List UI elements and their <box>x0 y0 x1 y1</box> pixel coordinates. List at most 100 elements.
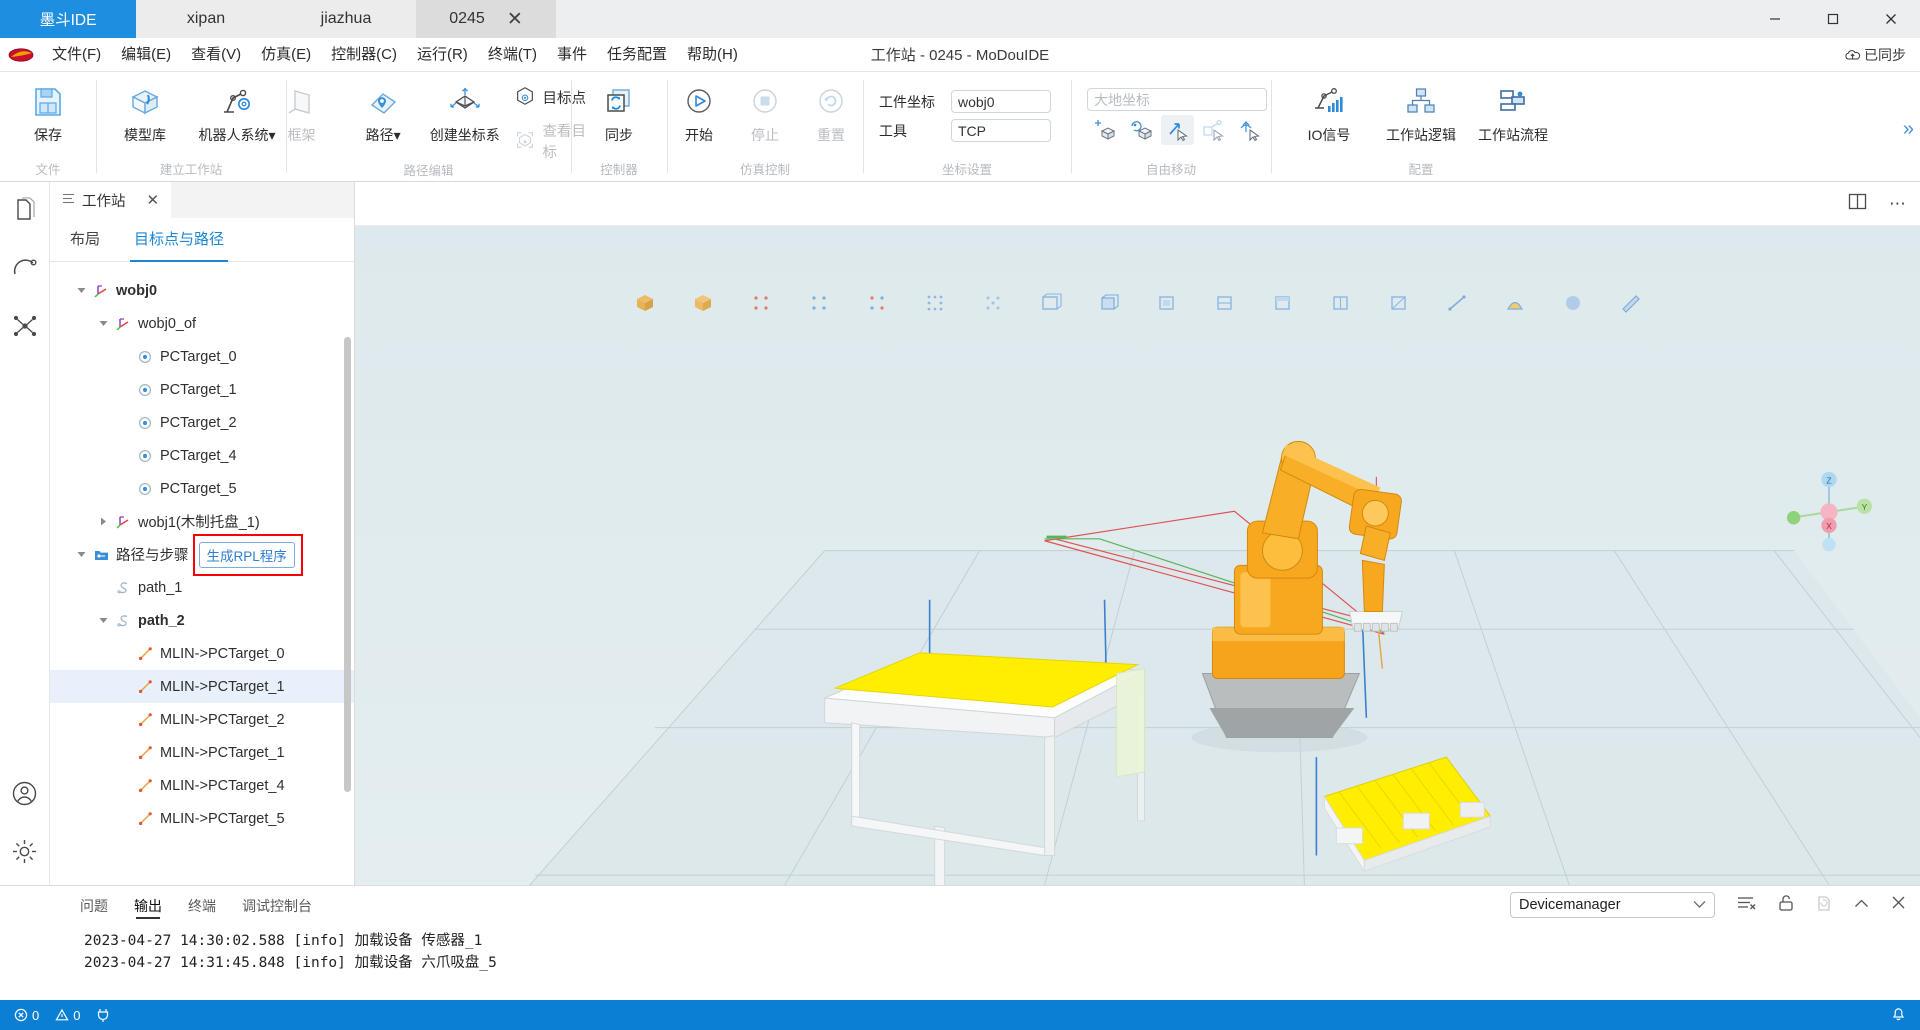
tree-item[interactable]: path_2 <box>50 604 354 637</box>
chevron-up-icon[interactable] <box>1854 896 1869 914</box>
rotate-icon[interactable] <box>1125 115 1158 145</box>
window-close-icon[interactable] <box>1862 0 1920 38</box>
device-selector[interactable]: Devicemanager <box>1510 892 1715 918</box>
tree-item[interactable]: MLIN->PCTarget_2 <box>50 703 354 736</box>
tab-brand[interactable]: 墨斗IDE <box>0 0 136 38</box>
menu-run[interactable]: 运行(R) <box>407 38 478 72</box>
points-blue-icon[interactable] <box>806 290 832 316</box>
tab-0245[interactable]: 0245 ✕ <box>416 0 556 38</box>
tree-item[interactable]: PCTarget_1 <box>50 373 354 406</box>
save-button[interactable]: 保存 <box>4 78 92 145</box>
menu-simulation[interactable]: 仿真(E) <box>251 38 321 72</box>
station-flow-button[interactable]: 工作站流程 <box>1469 78 1557 145</box>
box-shaded-icon[interactable] <box>690 290 716 316</box>
gear-icon[interactable] <box>7 833 43 869</box>
chevron-down-icon[interactable] <box>72 286 90 295</box>
tree-item[interactable]: PCTarget_0 <box>50 340 354 373</box>
cube-top-icon[interactable] <box>1270 290 1296 316</box>
account-icon[interactable] <box>7 775 43 811</box>
tree-scrollbar[interactable] <box>344 337 351 792</box>
align-icon[interactable] <box>1197 115 1230 145</box>
panel-tab-station[interactable]: 工作站 ✕ <box>50 182 172 218</box>
clear-output-icon[interactable] <box>1737 895 1756 916</box>
jog-icon[interactable] <box>1233 115 1266 145</box>
tree-item[interactable]: PCTarget_2 <box>50 406 354 439</box>
open-new-window-icon[interactable] <box>1816 894 1832 917</box>
subtab-layout[interactable]: 布局 <box>70 218 100 262</box>
station-logic-button[interactable]: 工作站逻辑 <box>1377 78 1465 145</box>
axis-gizmo[interactable]: Z Y X <box>1786 469 1872 555</box>
close-icon[interactable]: ✕ <box>507 10 523 29</box>
menu-file[interactable]: 文件(F) <box>42 38 111 72</box>
files-icon[interactable] <box>7 192 43 228</box>
tree-item[interactable]: MLIN->PCTarget_1 <box>50 736 354 769</box>
tree-item[interactable]: wobj0_of <box>50 307 354 340</box>
connection-status[interactable] <box>96 1007 110 1023</box>
more-actions-icon[interactable]: ⋯ <box>1889 194 1906 214</box>
nodes-icon[interactable] <box>7 308 43 344</box>
close-panel-icon[interactable] <box>1891 895 1906 915</box>
3d-viewport[interactable]: Z Y X <box>355 226 1920 885</box>
menu-task-config[interactable]: 任务配置 <box>597 38 677 72</box>
freemove-icon[interactable] <box>1161 115 1194 145</box>
stop-button[interactable]: 停止 <box>734 78 796 145</box>
chevron-down-icon[interactable] <box>72 550 90 559</box>
cube-iso-icon[interactable] <box>1386 290 1412 316</box>
path-button[interactable]: 路径▾ <box>344 78 422 145</box>
unlock-icon[interactable] <box>1778 894 1794 917</box>
menu-terminal[interactable]: 终端(T) <box>478 38 547 72</box>
tree-item[interactable]: MLIN->PCTarget_1 <box>50 670 354 703</box>
tab-xipan[interactable]: xipan <box>136 0 276 38</box>
tab-jiazhua[interactable]: jiazhua <box>276 0 416 38</box>
points-red-icon[interactable] <box>748 290 774 316</box>
maximize-icon[interactable] <box>1804 0 1862 38</box>
tree-item[interactable]: 路径与步骤 生成RPL程序 <box>50 533 354 576</box>
workobject-input[interactable] <box>951 90 1051 113</box>
error-count[interactable]: 0 <box>14 1008 39 1023</box>
curve-icon[interactable] <box>1502 290 1528 316</box>
menu-help[interactable]: 帮助(H) <box>677 38 748 72</box>
tree-item[interactable]: wobj1(木制托盘_1) <box>50 505 354 538</box>
tree-item[interactable]: PCTarget_5 <box>50 472 354 505</box>
points-mix-icon[interactable] <box>864 290 890 316</box>
start-button[interactable]: 开始 <box>668 78 730 145</box>
warning-count[interactable]: 0 <box>55 1008 80 1023</box>
bell-icon[interactable] <box>1891 1006 1906 1025</box>
frame-button[interactable]: 框架 <box>263 78 341 145</box>
console-output[interactable]: 2023-04-27 14:30:02.588 [info] 加载设备 传感器_… <box>0 924 1920 1000</box>
world-coordinate-input[interactable] <box>1087 88 1267 111</box>
menu-controller[interactable]: 控制器(C) <box>321 38 407 72</box>
console-tab-debug[interactable]: 调试控制台 <box>242 886 312 924</box>
io-signal-button[interactable]: IO信号 <box>1285 78 1373 145</box>
points-grid-icon[interactable] <box>922 290 948 316</box>
subtab-targets-paths[interactable]: 目标点与路径 <box>130 218 229 262</box>
cube-side-icon[interactable] <box>1328 290 1354 316</box>
cube-solid-icon[interactable] <box>1154 290 1180 316</box>
chevron-right-icon[interactable] <box>94 517 112 526</box>
ribbon-expand-icon[interactable]: » <box>1903 118 1914 141</box>
cube-outline-icon[interactable] <box>1212 290 1238 316</box>
sync-button[interactable]: 同步 <box>575 78 663 145</box>
tree-item[interactable]: PCTarget_4 <box>50 439 354 472</box>
robot-arc-icon[interactable] <box>7 250 43 286</box>
points-dot-icon[interactable] <box>980 290 1006 316</box>
reset-button[interactable]: 重置 <box>800 78 862 145</box>
tree-item[interactable]: wobj0 <box>50 274 354 307</box>
cube-wire-icon[interactable] <box>1096 290 1122 316</box>
console-tab-output[interactable]: 输出 <box>134 886 162 924</box>
chevron-down-icon[interactable] <box>94 319 112 328</box>
split-editor-icon[interactable] <box>1848 192 1867 216</box>
tree-item[interactable]: path_1 <box>50 571 354 604</box>
measure-icon[interactable] <box>1618 290 1644 316</box>
translate-icon[interactable] <box>1089 115 1122 145</box>
menu-view[interactable]: 查看(V) <box>181 38 251 72</box>
generate-rpl-button[interactable]: 生成RPL程序 <box>198 541 295 568</box>
console-tab-terminal[interactable]: 终端 <box>188 886 216 924</box>
model-library-button[interactable]: 模型库 <box>101 78 189 145</box>
chevron-down-icon[interactable] <box>94 616 112 625</box>
sphere-icon[interactable] <box>1560 290 1586 316</box>
tree-item[interactable]: MLIN->PCTarget_4 <box>50 769 354 802</box>
tree-item[interactable]: MLIN->PCTarget_5 <box>50 802 354 835</box>
plane-icon[interactable] <box>1038 290 1064 316</box>
box-solid-icon[interactable] <box>632 290 658 316</box>
